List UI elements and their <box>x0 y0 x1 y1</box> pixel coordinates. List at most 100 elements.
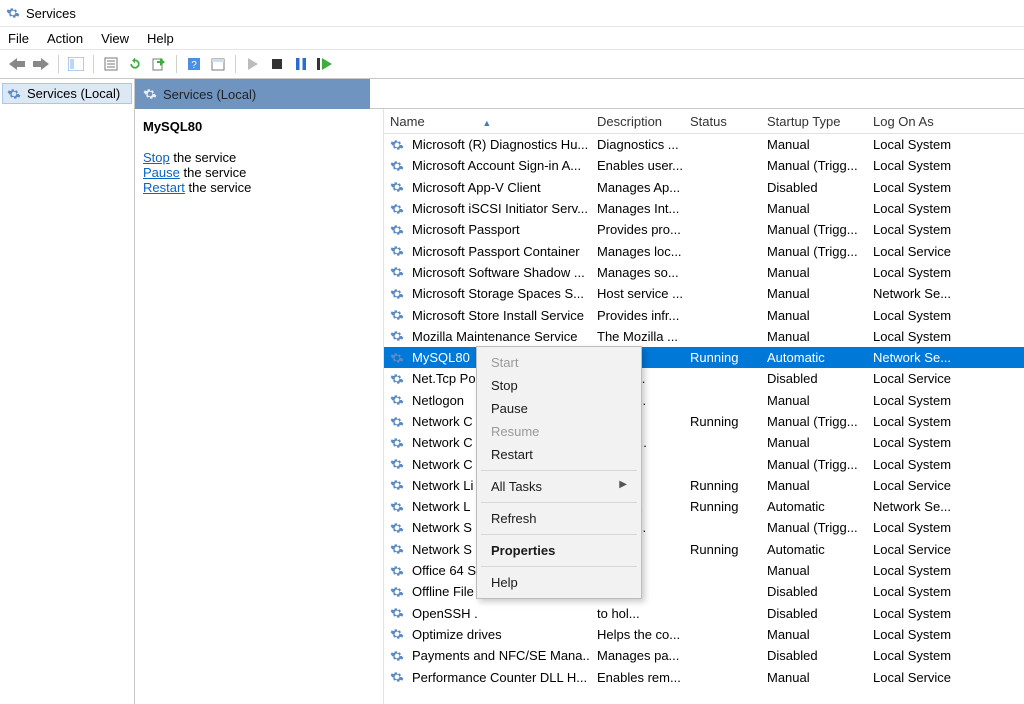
gear-icon <box>390 393 404 407</box>
service-name: Microsoft Store Install Service <box>412 308 584 323</box>
col-startup[interactable]: Startup Type <box>761 114 867 129</box>
col-status[interactable]: Status <box>684 114 761 129</box>
menu-view[interactable]: View <box>101 31 129 46</box>
service-row[interactable]: Microsoft Account Sign-in A...Enables us… <box>384 155 1024 176</box>
services-app-icon <box>6 6 20 20</box>
service-name: Network C <box>412 457 473 472</box>
service-logon: Local System <box>867 414 953 429</box>
gear-icon <box>390 500 404 514</box>
service-logon: Local System <box>867 201 953 216</box>
detail-restart-line: Restart the service <box>143 180 375 195</box>
gear-icon <box>390 521 404 535</box>
service-name: Microsoft (R) Diagnostics Hu... <box>412 137 588 152</box>
restart-service-link[interactable]: Restart <box>143 180 185 195</box>
service-name: Performance Counter DLL H... <box>412 670 587 685</box>
service-logon: Local System <box>867 308 953 323</box>
submenu-arrow-icon: ▶ <box>619 479 627 490</box>
service-row[interactable]: Microsoft Store Install ServiceProvides … <box>384 304 1024 325</box>
service-status: Running <box>684 414 761 429</box>
col-name[interactable]: Name ▲ <box>384 114 591 129</box>
col-description[interactable]: Description <box>591 114 684 129</box>
ctx-refresh[interactable]: Refresh <box>479 507 639 530</box>
play-button[interactable] <box>242 53 264 75</box>
stop-service-link[interactable]: Stop <box>143 150 170 165</box>
service-logon: Local Service <box>867 244 953 259</box>
back-button[interactable] <box>6 53 28 75</box>
service-row[interactable]: OpenSSH .to hol...DisabledLocal System <box>384 603 1024 624</box>
export-button[interactable] <box>148 53 170 75</box>
gear-icon <box>390 436 404 450</box>
service-logon: Local Service <box>867 478 953 493</box>
service-row[interactable]: Microsoft Passport ContainerManages loc.… <box>384 240 1024 261</box>
service-startup: Disabled <box>761 180 867 195</box>
service-row[interactable]: Microsoft App-V ClientManages Ap...Disab… <box>384 177 1024 198</box>
service-name: Microsoft Passport <box>412 222 520 237</box>
sort-indicator-icon: ▲ <box>482 118 491 128</box>
show-hide-tree-button[interactable] <box>65 53 87 75</box>
service-description: Helps the co... <box>591 627 684 642</box>
properties-button[interactable] <box>100 53 122 75</box>
gear-icon <box>390 478 404 492</box>
services-list: Name ▲ Description Status Startup Type L… <box>384 109 1024 704</box>
service-logon: Local System <box>867 329 953 344</box>
ctx-all-tasks[interactable]: All Tasks▶ <box>479 475 639 498</box>
service-name: Microsoft iSCSI Initiator Serv... <box>412 201 588 216</box>
detail-stop-line: Stop the service <box>143 150 375 165</box>
gear-icon <box>390 180 404 194</box>
menu-file[interactable]: File <box>8 31 29 46</box>
gear-icon <box>390 223 404 237</box>
ctx-separator <box>481 534 637 535</box>
service-name: Network S <box>412 542 472 557</box>
detail-pause-line: Pause the service <box>143 165 375 180</box>
service-row[interactable]: Microsoft iSCSI Initiator Serv...Manages… <box>384 198 1024 219</box>
gear-icon <box>390 308 404 322</box>
service-description: Diagnostics ... <box>591 137 684 152</box>
ctx-restart[interactable]: Restart <box>479 443 639 466</box>
refresh-button[interactable] <box>124 53 146 75</box>
service-startup: Manual <box>761 308 867 323</box>
ctx-stop[interactable]: Stop <box>479 374 639 397</box>
ctx-help[interactable]: Help <box>479 571 639 594</box>
forward-button[interactable] <box>30 53 52 75</box>
ctx-pause[interactable]: Pause <box>479 397 639 420</box>
service-row[interactable]: Mozilla Maintenance ServiceThe Mozilla .… <box>384 326 1024 347</box>
service-startup: Disabled <box>761 371 867 386</box>
nav-services-local[interactable]: Services (Local) <box>2 83 132 104</box>
ctx-separator <box>481 566 637 567</box>
service-startup: Manual <box>761 329 867 344</box>
toolbar: ? <box>0 50 1024 79</box>
service-row[interactable]: Microsoft PassportProvides pro...Manual … <box>384 219 1024 240</box>
service-row[interactable]: Microsoft Storage Spaces S...Host servic… <box>384 283 1024 304</box>
service-row[interactable]: Performance Counter DLL H...Enables rem.… <box>384 666 1024 687</box>
menu-help[interactable]: Help <box>147 31 174 46</box>
service-name: Microsoft Passport Container <box>412 244 580 259</box>
service-logon: Local System <box>867 393 953 408</box>
gear-icon <box>390 564 404 578</box>
service-name: Microsoft Account Sign-in A... <box>412 158 581 173</box>
ctx-properties[interactable]: Properties <box>479 539 639 562</box>
service-name: Network C <box>412 435 473 450</box>
stop-button[interactable] <box>266 53 288 75</box>
toolbar-separator <box>176 55 177 73</box>
service-logon: Local System <box>867 265 953 280</box>
detail-title: MySQL80 <box>143 119 375 134</box>
service-name: Net.Tcp Po <box>412 371 476 386</box>
service-startup: Manual (Trigg... <box>761 222 867 237</box>
service-row[interactable]: Microsoft (R) Diagnostics Hu...Diagnosti… <box>384 134 1024 155</box>
menu-action[interactable]: Action <box>47 31 83 46</box>
ctx-separator <box>481 470 637 471</box>
pause-button[interactable] <box>290 53 312 75</box>
restart-button[interactable] <box>314 53 336 75</box>
list-header: Name ▲ Description Status Startup Type L… <box>384 109 1024 134</box>
service-row[interactable]: Payments and NFC/SE Mana...Manages pa...… <box>384 645 1024 666</box>
calendar-button[interactable] <box>207 53 229 75</box>
service-row[interactable]: Optimize drivesHelps the co...ManualLoca… <box>384 624 1024 645</box>
service-startup: Manual (Trigg... <box>761 244 867 259</box>
service-row[interactable]: Microsoft Software Shadow ...Manages so.… <box>384 262 1024 283</box>
col-logon[interactable]: Log On As <box>867 114 953 129</box>
help-button[interactable]: ? <box>183 53 205 75</box>
service-name: Network Li <box>412 478 473 493</box>
service-name: Mozilla Maintenance Service <box>412 329 577 344</box>
pause-service-link[interactable]: Pause <box>143 165 180 180</box>
service-name: Offline File <box>412 584 474 599</box>
